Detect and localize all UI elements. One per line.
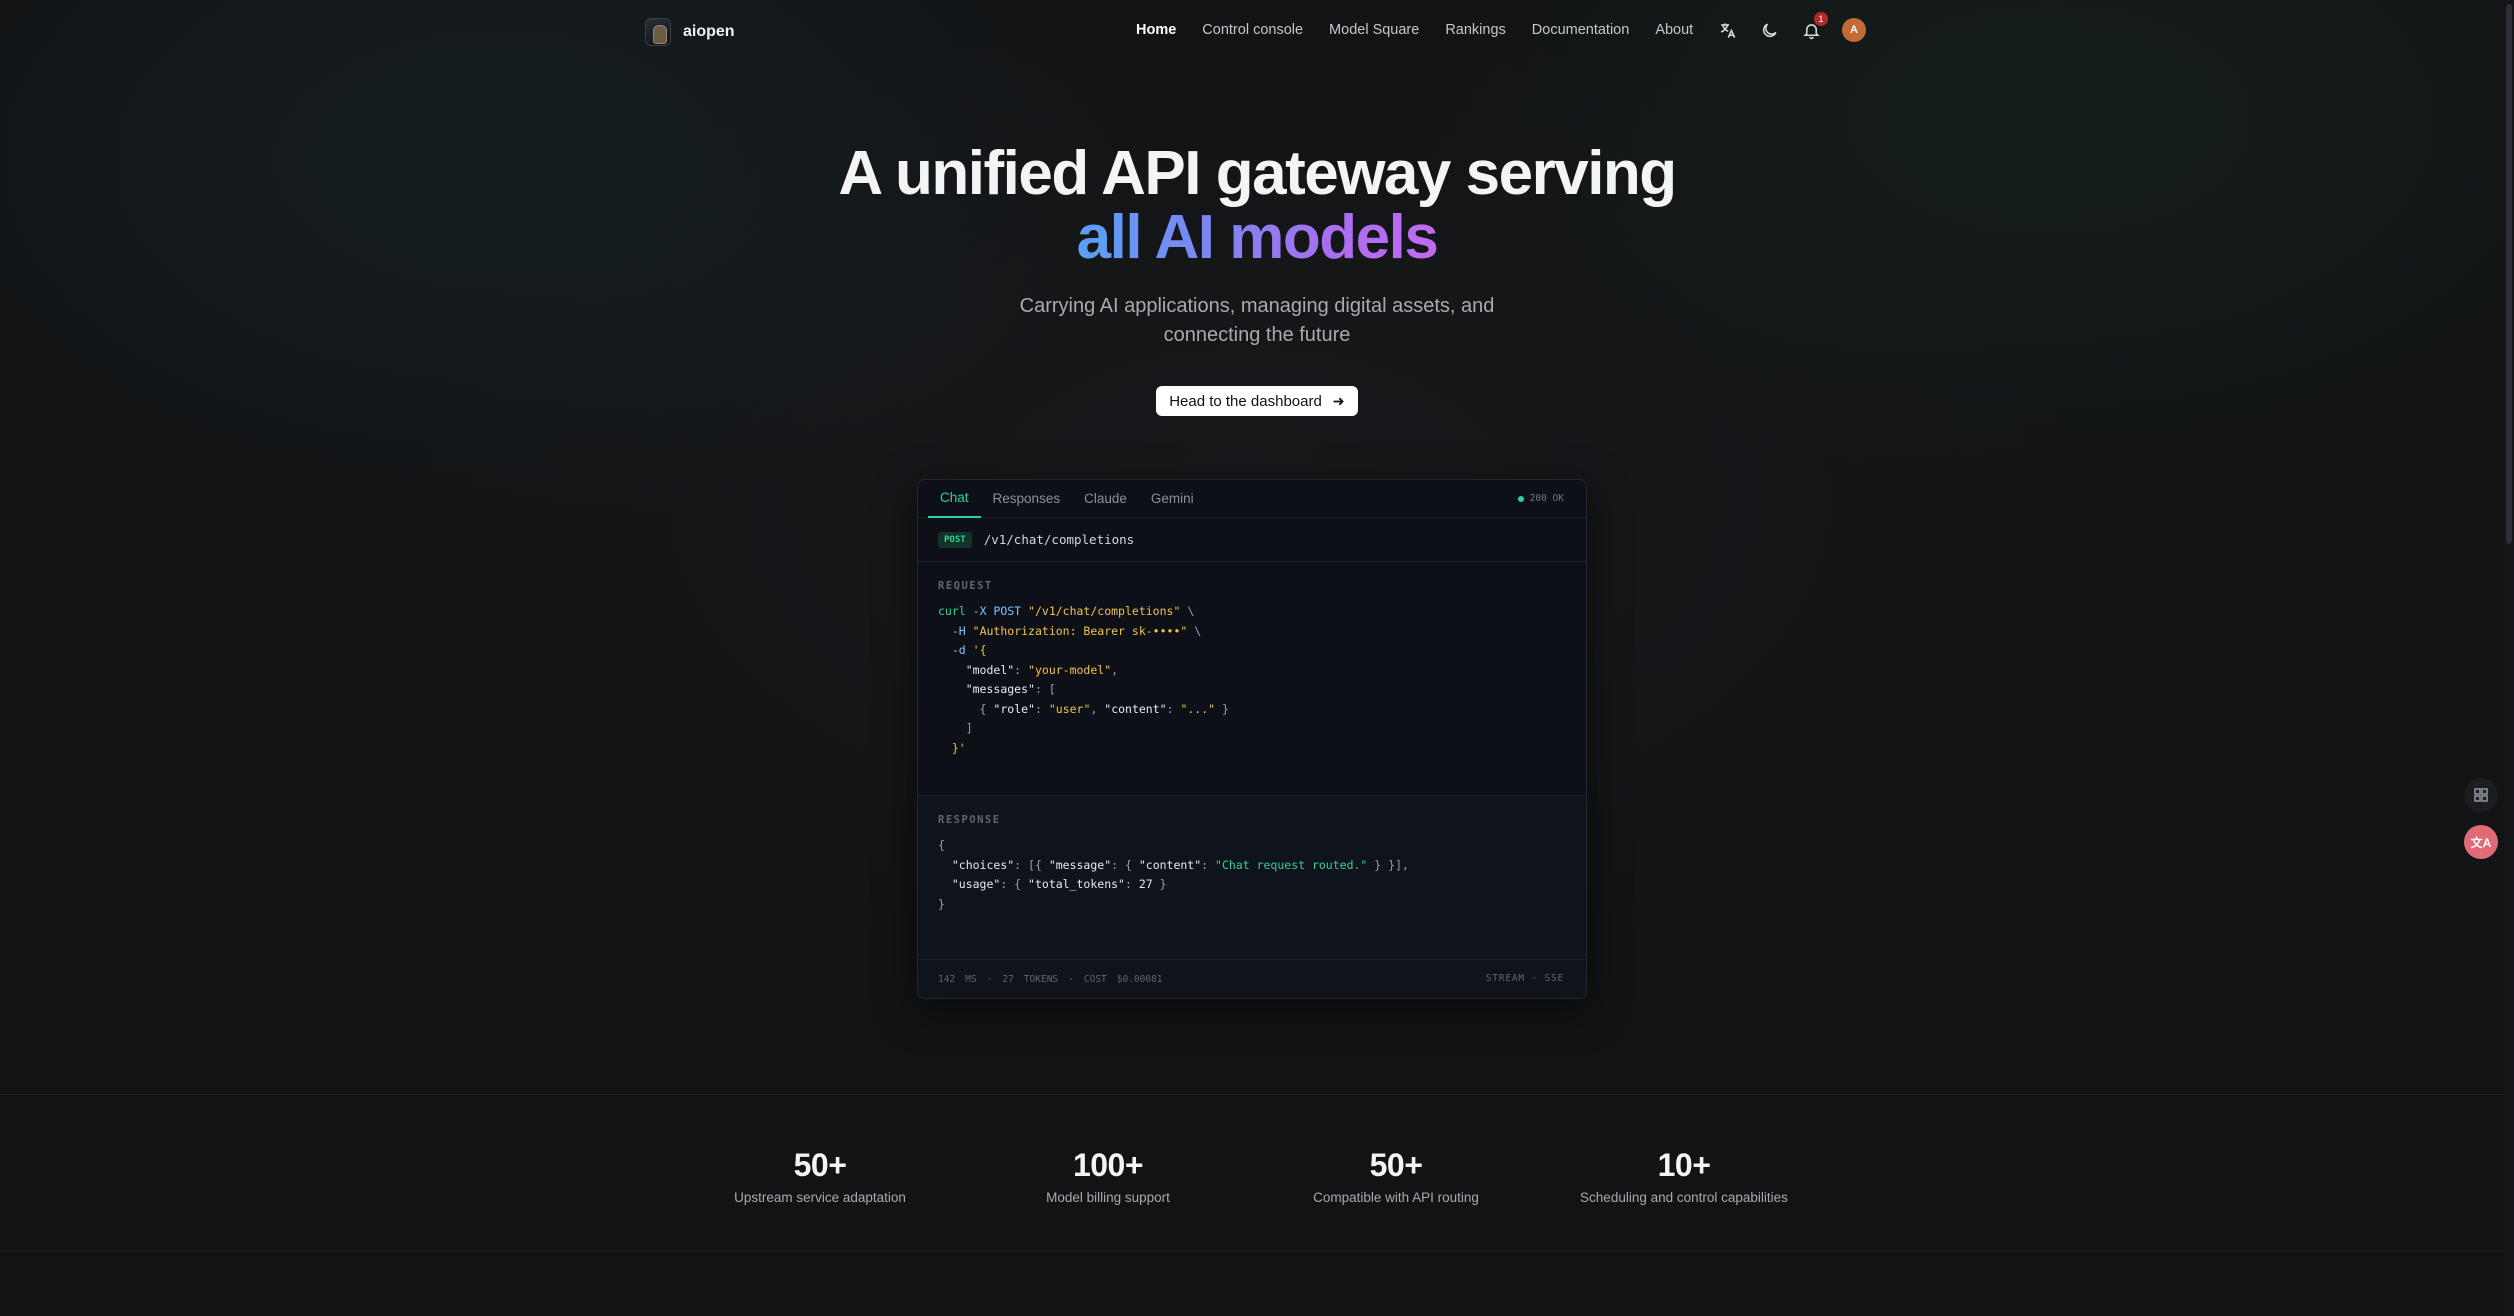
endpoint-row: POST /v1/chat/completions <box>918 518 1586 562</box>
language-toggle-button[interactable] <box>1716 18 1738 42</box>
nav-icons: 1 A <box>1716 12 1866 42</box>
stat-label: Scheduling and control capabilities <box>1580 1190 1788 1205</box>
stream-mode: STREAM · SSE <box>1485 973 1564 984</box>
cost-value: $0.00081 <box>1116 973 1163 985</box>
hero-title-line1: A unified API gateway serving <box>838 139 1677 208</box>
status-dot-icon <box>1517 495 1524 502</box>
avatar[interactable]: A <box>1842 18 1866 42</box>
dashboard-button-label: Head to the dashboard <box>1169 392 1322 410</box>
hero-section: A unified API gateway serving all AI mod… <box>0 142 2514 416</box>
tokens-value: 27 <box>1002 973 1014 985</box>
response-label: RESPONSE <box>938 814 1001 826</box>
brand[interactable]: aiopen <box>645 18 735 46</box>
stat-label: Compatible with API routing <box>1313 1190 1479 1205</box>
method-badge: POST <box>938 531 972 548</box>
hero-title: A unified API gateway serving all AI mod… <box>0 142 2514 270</box>
api-tabs: Chat Responses Claude Gemini 200 OK <box>918 480 1586 518</box>
tab-claude[interactable]: Claude <box>1072 480 1139 518</box>
request-code: curl -X POST "/v1/chat/completions" \ -H… <box>938 604 1229 755</box>
apps-widget-button[interactable] <box>2464 778 2498 812</box>
nav-link-home[interactable]: Home <box>1136 22 1176 38</box>
page-scrollbar[interactable] <box>2504 0 2514 1316</box>
top-navbar: aiopen Home Control console Model Square… <box>0 0 2514 62</box>
request-label: REQUEST <box>938 580 993 592</box>
tab-chat[interactable]: Chat <box>928 480 981 518</box>
stat-value: 100+ <box>1072 1147 1144 1183</box>
tab-responses[interactable]: Responses <box>981 480 1073 518</box>
translate-widget-icon: 文A <box>2470 835 2492 850</box>
stat-label: Upstream service adaptation <box>734 1190 906 1205</box>
stat-value: 50+ <box>793 1147 847 1183</box>
status-text: 200 OK <box>1529 493 1564 504</box>
nav-link-about[interactable]: About <box>1655 22 1693 38</box>
brand-name: aiopen <box>683 23 735 40</box>
stat-scheduling: 10+ Scheduling and control capabilities <box>1554 1147 1814 1205</box>
cost-label: COST <box>1083 973 1107 985</box>
request-panel: REQUEST curl -X POST "/v1/chat/completio… <box>918 562 1586 796</box>
stats-section: 50+ Upstream service adaptation 100+ Mod… <box>0 1094 2514 1251</box>
hero-title-highlight: all AI models <box>1076 203 1439 272</box>
dashboard-button[interactable]: Head to the dashboard <box>1156 386 1358 416</box>
stat-value: 50+ <box>1369 1147 1423 1183</box>
latency-unit: MS <box>965 973 977 985</box>
tab-gemini[interactable]: Gemini <box>1139 480 1206 518</box>
scrollbar-thumb[interactable] <box>2506 4 2512 544</box>
moon-icon <box>1762 22 1777 37</box>
hero-subtitle-line1: Carrying AI applications, managing digit… <box>1019 295 1495 317</box>
hero-subtitle: Carrying AI applications, managing digit… <box>0 292 2514 350</box>
notifications-button[interactable]: 1 <box>1800 12 1828 42</box>
hero-subtitle-line2: connecting the future <box>1163 324 1351 346</box>
response-code: { "choices": [{ "message": { "content": … <box>938 838 1409 911</box>
translate-icon <box>1720 22 1735 38</box>
nav-link-control-console[interactable]: Control console <box>1202 22 1303 38</box>
endpoint-path: /v1/chat/completions <box>983 532 1135 547</box>
stat-billing: 100+ Model billing support <box>978 1147 1238 1205</box>
metric-separator: · <box>1068 973 1074 985</box>
response-metrics: 142 MS · 27 TOKENS · COST $0.00081 STREA… <box>918 960 1586 998</box>
metric-separator: · <box>986 973 993 985</box>
api-example-card: Chat Responses Claude Gemini 200 OK POST… <box>917 479 1587 999</box>
tokens-unit: TOKENS <box>1023 973 1059 985</box>
notification-badge: 1 <box>1814 12 1828 26</box>
brand-logo-icon <box>645 18 671 46</box>
grid-icon <box>2474 788 2488 802</box>
theme-toggle-button[interactable] <box>1758 18 1780 42</box>
stat-label: Model billing support <box>1046 1190 1170 1205</box>
latency-value: 142 <box>938 973 956 985</box>
stat-upstream: 50+ Upstream service adaptation <box>690 1147 950 1205</box>
nav-link-model-square[interactable]: Model Square <box>1329 22 1419 38</box>
arrow-right-icon <box>1333 397 1344 405</box>
nav-links: Home Control console Model Square Rankin… <box>1136 22 1693 38</box>
stat-routing: 50+ Compatible with API routing <box>1266 1147 1526 1205</box>
response-panel: RESPONSE { "choices": [{ "message": { "c… <box>918 796 1586 960</box>
translate-widget-button[interactable]: 文A <box>2464 825 2498 859</box>
stat-value: 10+ <box>1657 1147 1711 1183</box>
nav-link-rankings[interactable]: Rankings <box>1445 22 1505 38</box>
status-indicator: 200 OK <box>1517 493 1564 504</box>
nav-link-documentation[interactable]: Documentation <box>1532 22 1630 38</box>
